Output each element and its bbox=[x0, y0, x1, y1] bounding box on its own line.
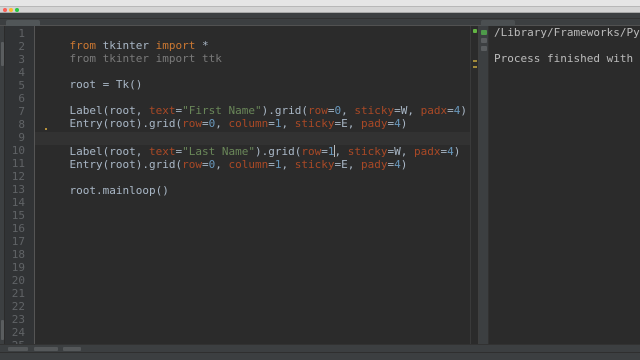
number-token: 4 bbox=[394, 158, 401, 171]
code-token: Entry(root).grid( bbox=[69, 117, 183, 130]
line-number: 17 bbox=[11, 235, 25, 248]
tool-window-bar bbox=[0, 344, 640, 352]
code-token: , bbox=[281, 117, 295, 130]
param-token: sticky bbox=[294, 158, 335, 171]
stop-button[interactable] bbox=[481, 38, 487, 43]
line-number: 12 bbox=[11, 170, 25, 183]
run-tool-tab[interactable] bbox=[8, 347, 28, 351]
code-editor[interactable]: from tkinter import * from tkinter impor… bbox=[35, 26, 470, 344]
code-token: ) bbox=[400, 117, 408, 130]
terminal-tab[interactable] bbox=[63, 347, 81, 351]
project-tool-button[interactable] bbox=[1, 42, 4, 66]
close-window-button[interactable] bbox=[3, 8, 7, 12]
code-token: , bbox=[215, 117, 229, 130]
warning-marker[interactable] bbox=[473, 66, 477, 68]
line-number: 20 bbox=[11, 274, 25, 287]
console-toolbar bbox=[479, 26, 489, 344]
line-number: 16 bbox=[11, 222, 25, 235]
console-output-line: Process finished with ex bbox=[494, 52, 640, 65]
console-output-line: /Library/Frameworks/Pyth bbox=[494, 26, 640, 39]
code-token: = bbox=[201, 117, 209, 130]
menu-bar bbox=[0, 0, 640, 7]
number-token: 4 bbox=[447, 145, 454, 158]
rerun-button[interactable] bbox=[481, 30, 487, 35]
line-number: 23 bbox=[11, 313, 25, 326]
code-token: =E, bbox=[334, 117, 361, 130]
line-number: 3 bbox=[18, 53, 25, 66]
line-number: 7 bbox=[18, 105, 25, 118]
number-token: 4 bbox=[394, 117, 401, 130]
param-token: column bbox=[228, 158, 269, 171]
param-token: row bbox=[182, 158, 202, 171]
inspection-status-icon[interactable] bbox=[473, 29, 477, 33]
line-number: 2 bbox=[18, 40, 25, 53]
line-number: 5 bbox=[18, 79, 25, 92]
line-number: 19 bbox=[11, 261, 25, 274]
line-number-gutter: 1 2 3 4 5 6 7 8 9 10 11 12 13 14 15 16 1… bbox=[5, 26, 35, 351]
line-number: 13 bbox=[11, 183, 25, 196]
code-token: , bbox=[215, 158, 229, 171]
intention-bulb-icon[interactable] bbox=[45, 128, 47, 130]
line-number: 8 bbox=[18, 118, 25, 131]
line-number: 11 bbox=[11, 157, 25, 170]
zoom-window-button[interactable] bbox=[15, 8, 19, 12]
code-token: ) bbox=[400, 158, 408, 171]
line-number: 10 bbox=[11, 144, 25, 157]
param-token: pady bbox=[360, 117, 388, 130]
line-number: 15 bbox=[11, 209, 25, 222]
param-token: column bbox=[228, 117, 269, 130]
line-number: 21 bbox=[11, 287, 25, 300]
editor-error-stripe[interactable] bbox=[470, 26, 478, 344]
param-token: pady bbox=[360, 158, 388, 171]
editor-tab-bar bbox=[0, 19, 640, 26]
param-token: padx bbox=[413, 145, 441, 158]
code-token: = bbox=[447, 104, 454, 117]
code-token: , bbox=[281, 158, 295, 171]
line-number: 24 bbox=[11, 326, 25, 339]
pause-button[interactable] bbox=[481, 46, 487, 51]
line-number: 1 bbox=[18, 27, 25, 40]
param-token: row bbox=[182, 117, 202, 130]
code-line-12: root.mainloop() bbox=[43, 171, 169, 210]
warning-marker[interactable] bbox=[473, 60, 477, 62]
line-number: 6 bbox=[18, 92, 25, 105]
code-token: = bbox=[268, 117, 275, 130]
code-token: =E, bbox=[334, 158, 361, 171]
line-number: 9 bbox=[18, 131, 25, 144]
line-number: 14 bbox=[11, 196, 25, 209]
code-token: ) bbox=[453, 145, 461, 158]
param-token: sticky bbox=[294, 117, 335, 130]
line-number: 22 bbox=[11, 300, 25, 313]
unused-import-token: from tkinter import ttk bbox=[69, 52, 222, 65]
code-token: = bbox=[268, 158, 275, 171]
line-number: 18 bbox=[11, 248, 25, 261]
run-console[interactable]: /Library/Frameworks/Pyth Process finishe… bbox=[478, 26, 640, 344]
code-token: = bbox=[201, 158, 209, 171]
minimize-window-button[interactable] bbox=[9, 8, 13, 12]
line-number: 4 bbox=[18, 66, 25, 79]
python-console-tab[interactable] bbox=[34, 347, 58, 351]
status-bar bbox=[0, 352, 640, 360]
code-token: Entry(root).grid( bbox=[69, 158, 183, 171]
param-token: padx bbox=[420, 104, 448, 117]
code-token: ) bbox=[460, 104, 467, 117]
code-token: root = Tk() bbox=[69, 78, 143, 91]
code-token: root.mainloop() bbox=[69, 184, 169, 197]
structure-tool-button[interactable] bbox=[1, 320, 4, 340]
